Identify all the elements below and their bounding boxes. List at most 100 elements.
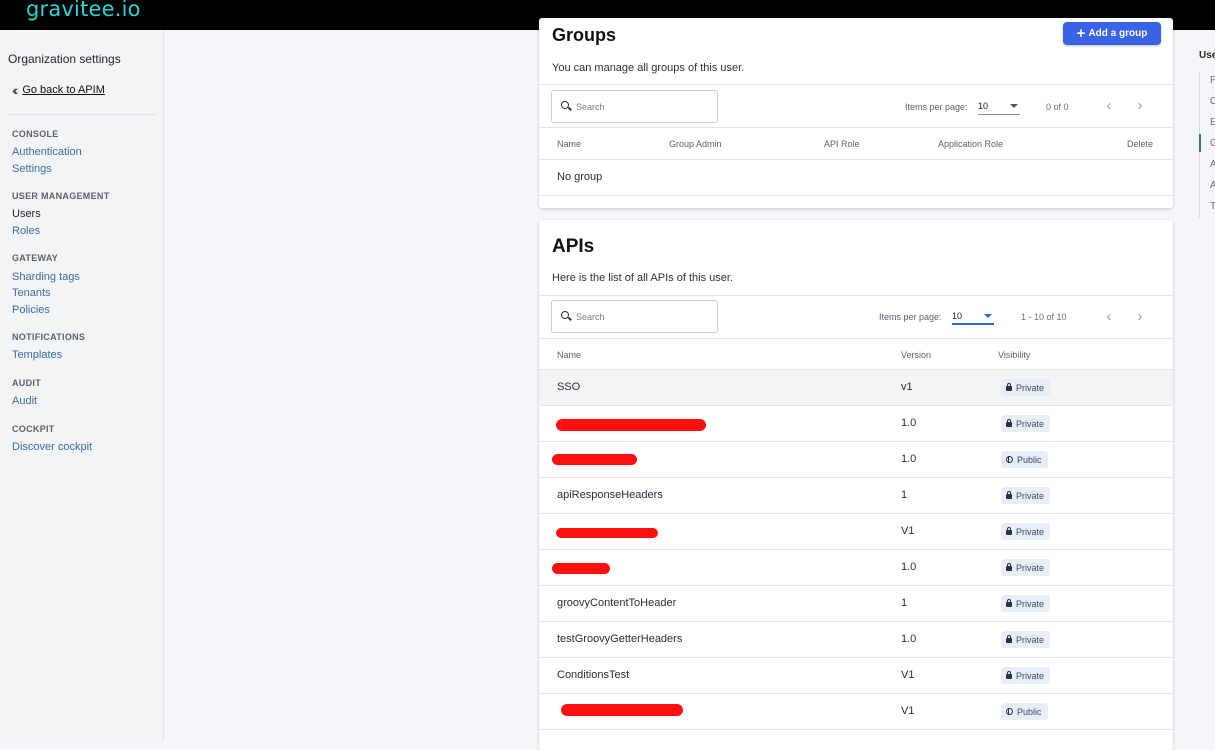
- table-row[interactable]: apiResponseHeaders 1 Private: [539, 478, 1173, 514]
- column-header-application-role[interactable]: Application Role: [938, 139, 1003, 149]
- visibility-label: Private: [1016, 670, 1045, 681]
- table-row[interactable]: ConditionsTest V1 Private: [539, 658, 1173, 694]
- table-row[interactable]: V1 Private: [539, 514, 1173, 550]
- table-row[interactable]: 1.0 Private: [539, 406, 1173, 442]
- divider: [539, 295, 1173, 296]
- table-row[interactable]: groovyContentToHeader 1 Private: [539, 586, 1173, 622]
- divider: [539, 159, 1173, 160]
- table-row[interactable]: SSO v1 Private: [539, 370, 1173, 406]
- items-per-page-value: 10: [978, 101, 989, 111]
- toc-item[interactable]: T: [1210, 201, 1215, 212]
- table-row[interactable]: testGroovyGetterHeaders 1.0 Private: [539, 622, 1173, 658]
- table-row[interactable]: V1 Public: [539, 694, 1173, 730]
- globe-icon: [1006, 456, 1013, 463]
- double-chevron-left-icon: ‹‹: [12, 82, 19, 98]
- groups-search-input[interactable]: [576, 99, 711, 115]
- sidebar-item-authentication[interactable]: Authentication: [12, 146, 82, 158]
- section-notifications: NOTIFICATIONS: [12, 332, 86, 342]
- pagination-range: 0 of 0: [1046, 102, 1069, 112]
- visibility-label: Private: [1016, 562, 1045, 573]
- sidebar-item-discover-cockpit[interactable]: Discover cockpit: [12, 441, 92, 453]
- items-per-page-select[interactable]: 10: [978, 99, 1020, 115]
- apis-subtitle: Here is the list of all APIs of this use…: [552, 272, 733, 284]
- visibility-label: Public: [1017, 454, 1042, 465]
- column-header-api-role[interactable]: API Role: [824, 139, 860, 149]
- previous-page-button[interactable]: ‹: [1101, 98, 1117, 115]
- redaction-mark: [552, 454, 637, 465]
- groups-search-field[interactable]: [551, 90, 718, 123]
- api-version: 1.0: [901, 417, 917, 429]
- apis-title: APIs: [552, 236, 595, 257]
- lock-icon: [1006, 671, 1012, 679]
- sidebar-item-roles[interactable]: Roles: [12, 225, 40, 237]
- visibility-label: Private: [1016, 418, 1045, 429]
- visibility-label: Private: [1016, 634, 1045, 645]
- table-row[interactable]: 1.0 Private: [539, 550, 1173, 586]
- api-version: V1: [901, 525, 915, 537]
- apis-search-input[interactable]: [576, 309, 711, 325]
- sidebar-item-policies[interactable]: Policies: [12, 304, 50, 316]
- sidebar-item-users[interactable]: Users: [12, 208, 41, 220]
- back-to-apim-link[interactable]: ‹‹ Go back to APIM: [12, 82, 105, 98]
- lock-icon: [1006, 383, 1012, 391]
- table-row[interactable]: 1.0 Public: [539, 442, 1173, 478]
- divider: [539, 195, 1173, 196]
- lock-icon: [1006, 563, 1012, 571]
- api-version: 1.0: [901, 453, 917, 465]
- toc-item[interactable]: G: [1210, 138, 1215, 149]
- section-user-management: USER MANAGEMENT: [12, 191, 110, 201]
- visibility-badge: Public: [1001, 703, 1048, 720]
- lock-icon: [1006, 491, 1012, 499]
- next-page-button[interactable]: ›: [1132, 98, 1148, 115]
- redaction-mark: [556, 528, 658, 538]
- toc-item[interactable]: A: [1210, 159, 1215, 170]
- empty-state-text: No group: [557, 171, 603, 183]
- api-version: 1: [901, 597, 908, 609]
- lock-icon: [1006, 599, 1012, 607]
- api-name: ConditionsTest: [557, 669, 630, 681]
- api-version: 1: [901, 489, 908, 501]
- sidebar-item-audit[interactable]: Audit: [12, 395, 37, 407]
- column-header-version[interactable]: Version: [901, 350, 931, 360]
- visibility-badge: Private: [1001, 379, 1051, 396]
- sidebar-item-settings[interactable]: Settings: [12, 163, 52, 175]
- caret-down-icon: [984, 314, 992, 318]
- items-per-page-label: Items per page:: [905, 102, 968, 112]
- next-page-button[interactable]: ›: [1132, 309, 1148, 326]
- api-name: groovyContentToHeader: [557, 597, 677, 609]
- back-to-apim-label: Go back to APIM: [22, 84, 105, 96]
- gravitee-logo[interactable]: gravitee.io: [26, 0, 141, 21]
- divider: [539, 127, 1173, 128]
- visibility-badge: Private: [1001, 595, 1051, 612]
- toc-item[interactable]: E: [1210, 117, 1215, 128]
- section-cockpit: COCKPIT: [12, 424, 55, 434]
- column-header-name[interactable]: Name: [557, 350, 581, 360]
- plus-icon: +: [1076, 24, 1086, 42]
- section-audit: AUDIT: [12, 378, 41, 388]
- sidebar-item-tenants[interactable]: Tenants: [12, 287, 51, 299]
- divider: [539, 84, 1173, 85]
- items-per-page-value: 10: [952, 311, 963, 321]
- apis-search-field[interactable]: [551, 300, 718, 333]
- globe-icon: [1006, 708, 1013, 715]
- add-group-button[interactable]: + Add a group: [1063, 22, 1161, 45]
- visibility-label: Private: [1016, 490, 1045, 501]
- column-header-name[interactable]: Name: [557, 139, 581, 149]
- toc-title: Use: [1199, 50, 1215, 61]
- column-header-visibility[interactable]: Visibility: [998, 350, 1030, 360]
- items-per-page-select[interactable]: 10: [952, 309, 994, 325]
- apis-card: APIs Here is the list of all APIs of thi…: [539, 220, 1173, 750]
- toc-item[interactable]: A: [1210, 180, 1215, 191]
- toc-item[interactable]: O: [1210, 96, 1215, 107]
- column-header-group-admin[interactable]: Group Admin: [669, 139, 722, 149]
- api-version: 1.0: [901, 561, 917, 573]
- lock-icon: [1006, 419, 1012, 427]
- toc-item[interactable]: P: [1210, 75, 1215, 86]
- visibility-badge: Private: [1001, 487, 1051, 504]
- section-gateway: GATEWAY: [12, 253, 59, 263]
- groups-title: Groups: [552, 25, 617, 45]
- sidebar-item-templates[interactable]: Templates: [12, 349, 62, 361]
- previous-page-button[interactable]: ‹: [1101, 309, 1117, 326]
- sidebar-item-sharding-tags[interactable]: Sharding tags: [12, 271, 80, 283]
- api-name: testGroovyGetterHeaders: [557, 633, 683, 645]
